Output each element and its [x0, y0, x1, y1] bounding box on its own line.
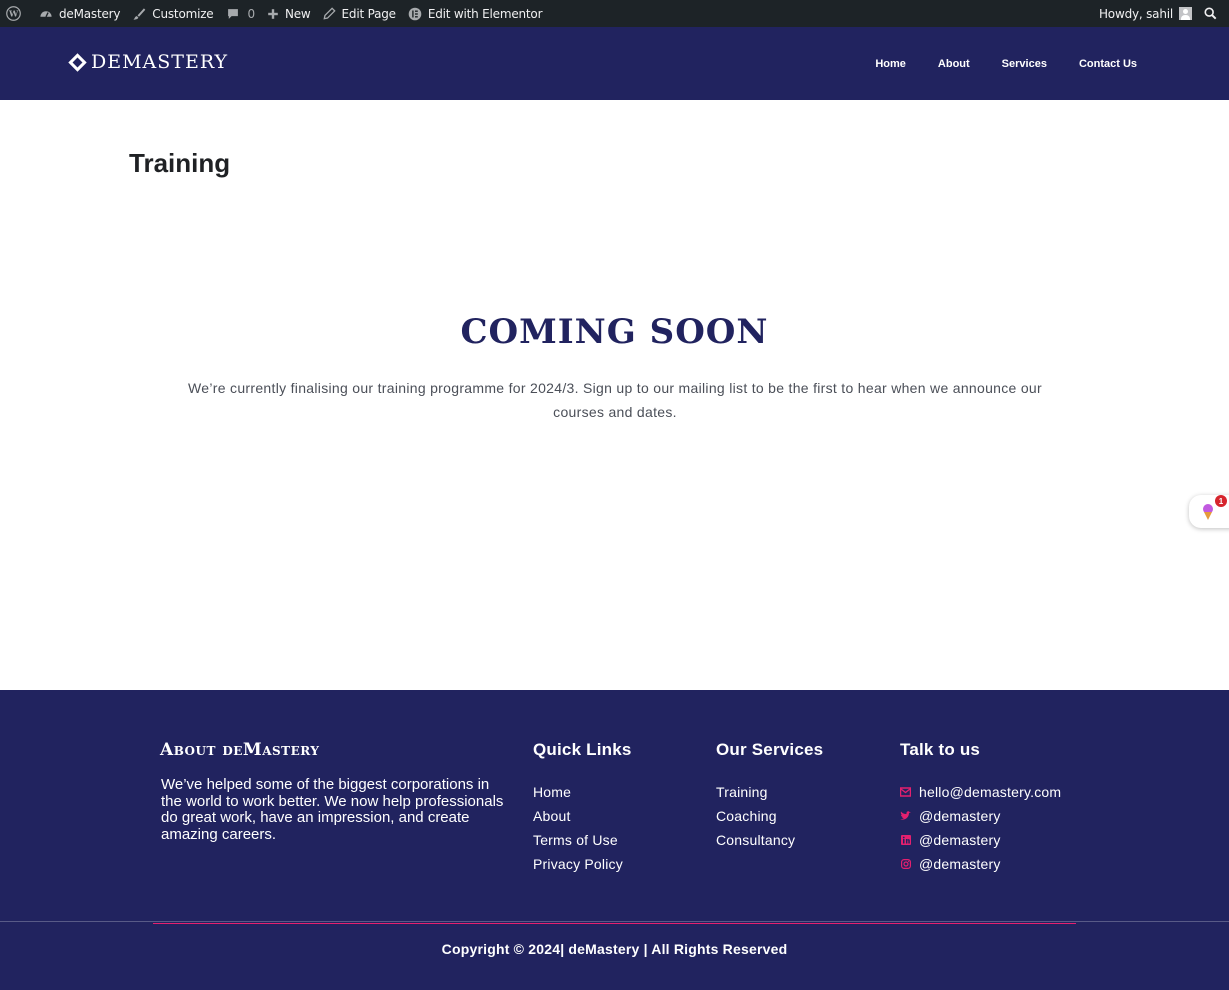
notification-badge: 1: [1215, 495, 1227, 507]
footer-service-training[interactable]: Training: [716, 780, 823, 804]
dashboard-icon: [40, 10, 52, 17]
talk-title: Talk to us: [900, 740, 981, 759]
admin-new-link[interactable]: New: [261, 0, 317, 27]
quick-links-column: Quick Links Home About Terms of Use Priv…: [533, 740, 632, 876]
admin-account-menu[interactable]: Howdy, sahil: [1093, 0, 1198, 27]
footer-link-about[interactable]: About: [533, 804, 632, 828]
svg-text:W: W: [8, 9, 19, 19]
site-logo[interactable]: DEMASTERY: [68, 51, 228, 73]
admin-site-link[interactable]: deMastery: [33, 0, 126, 27]
footer-divider: [0, 921, 1229, 922]
coming-soon-text: We’re currently finalising our training …: [188, 380, 1042, 420]
admin-comments-count: 0: [247, 6, 256, 21]
footer-link-terms[interactable]: Terms of Use: [533, 828, 632, 852]
talk-column: Talk to us hello@demastery.com @demaster…: [900, 740, 1061, 876]
admin-elementor-link[interactable]: Edit with Elementor: [402, 0, 548, 27]
search-icon: [1204, 7, 1217, 20]
ice-cream-icon: [1203, 503, 1213, 520]
pencil-icon: [322, 7, 336, 20]
instagram-icon: [900, 859, 911, 870]
footer-accent-divider: [153, 923, 1076, 924]
diamond-logo-icon: [68, 52, 87, 72]
comment-icon: [227, 8, 238, 19]
elementor-icon: [408, 7, 422, 20]
footer-service-coaching[interactable]: Coaching: [716, 804, 823, 828]
admin-customize-link[interactable]: Customize: [126, 0, 219, 27]
footer-link-privacy[interactable]: Privacy Policy: [533, 852, 632, 876]
nav-contact[interactable]: Contact Us: [1079, 58, 1137, 70]
contact-twitter-text: @demastery: [919, 808, 1001, 824]
contact-instagram[interactable]: @demastery: [900, 852, 1061, 876]
contact-linkedin-text: @demastery: [919, 832, 1001, 848]
admin-elementor-label: Edit with Elementor: [427, 6, 543, 21]
admin-edit-page-label: Edit Page: [341, 6, 397, 21]
admin-bar: W deMastery Customize 0 New Edit Page Ed…: [0, 0, 1229, 27]
linkedin-icon: [900, 835, 911, 846]
services-title: Our Services: [716, 740, 824, 759]
nav-home[interactable]: Home: [875, 58, 906, 70]
admin-search-button[interactable]: [1198, 0, 1229, 27]
copyright-text: Copyright © 2024| deMastery | All Rights…: [441, 941, 788, 957]
admin-comments-link[interactable]: 0: [220, 0, 261, 27]
footer-about-title: About deMastery: [160, 740, 320, 760]
logo-text: DEMASTERY: [91, 51, 229, 73]
wordpress-logo-icon[interactable]: W: [0, 0, 33, 27]
main-nav: Home About Services Contact Us: [843, 27, 1137, 100]
admin-site-label: deMastery: [59, 6, 121, 21]
site-header: DEMASTERY Home About Services Contact Us: [0, 27, 1229, 100]
services-column: Our Services Training Coaching Consultan…: [716, 740, 823, 852]
footer-about-text: We’ve helped some of the biggest corpora…: [161, 776, 504, 843]
site-footer: About deMastery We’ve helped some of the…: [0, 690, 1229, 990]
nav-services[interactable]: Services: [1002, 58, 1047, 70]
contact-linkedin[interactable]: @demastery: [900, 828, 1061, 852]
email-icon: [900, 787, 911, 798]
twitter-icon: [900, 811, 911, 822]
nav-about[interactable]: About: [938, 58, 970, 70]
footer-link-home[interactable]: Home: [533, 780, 632, 804]
contact-email[interactable]: hello@demastery.com: [900, 780, 1061, 804]
admin-edit-page-link[interactable]: Edit Page: [317, 0, 402, 27]
admin-customize-label: Customize: [152, 6, 214, 21]
admin-new-label: New: [284, 6, 311, 21]
contact-email-text: hello@demastery.com: [919, 784, 1062, 800]
howdy-label: Howdy, sahil: [1098, 6, 1173, 21]
plus-icon: [268, 8, 278, 19]
brush-icon: [133, 7, 146, 20]
page-title: Training: [129, 148, 231, 178]
contact-instagram-text: @demastery: [919, 856, 1001, 872]
contact-twitter[interactable]: @demastery: [900, 804, 1061, 828]
quick-links-title: Quick Links: [533, 740, 632, 759]
coming-soon-heading: COMING SOON: [460, 312, 769, 352]
avatar: [1179, 7, 1192, 20]
floating-widget-button[interactable]: 1: [1189, 495, 1229, 528]
footer-service-consultancy[interactable]: Consultancy: [716, 828, 823, 852]
